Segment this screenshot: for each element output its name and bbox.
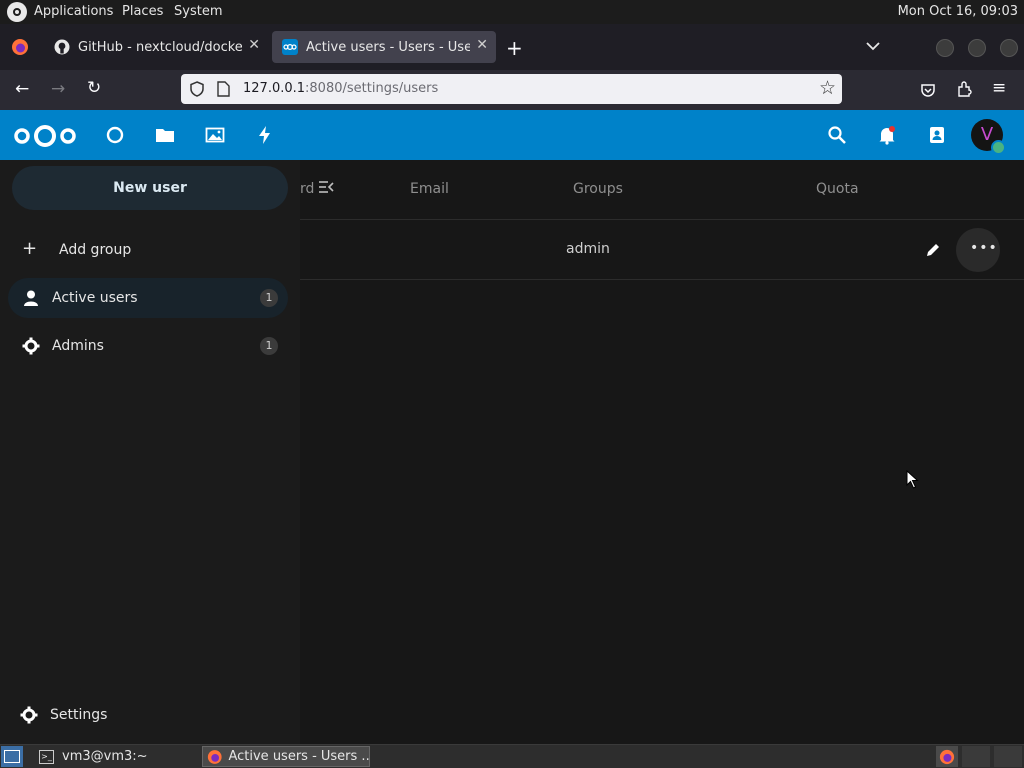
- workspace-2[interactable]: [962, 746, 990, 767]
- gear-icon: [22, 337, 40, 355]
- sidebar-item-active-users[interactable]: Active users 1: [8, 278, 288, 318]
- window-maximize-button[interactable]: [968, 39, 986, 57]
- toggle-columns-icon[interactable]: [318, 180, 334, 194]
- taskbar-item-firefox[interactable]: Active users - Users ...: [202, 746, 370, 767]
- tab-active-users[interactable]: Active users - Users - Users ✕: [272, 31, 496, 63]
- browser-nav-bar: ← → ↻ 127.0.0.1:8080/settings/users ☆ ≡: [0, 70, 1024, 110]
- hamburger-menu-icon[interactable]: ≡: [992, 78, 1006, 98]
- reload-icon[interactable]: ↻: [87, 78, 101, 98]
- count-badge: 1: [260, 289, 278, 307]
- settings-button[interactable]: Settings: [6, 695, 286, 735]
- workspace-3[interactable]: [994, 746, 1022, 767]
- pocket-icon[interactable]: [920, 82, 936, 98]
- tab-github[interactable]: GitHub - nextcloud/docker: ✕: [44, 31, 268, 63]
- extensions-icon[interactable]: [956, 81, 973, 98]
- sidebar-item-label: Admins: [52, 338, 104, 354]
- applications-menu[interactable]: Applications: [34, 4, 113, 19]
- places-menu[interactable]: Places: [122, 4, 163, 19]
- dashboard-icon[interactable]: [105, 125, 125, 145]
- close-tab-icon[interactable]: ✕: [248, 37, 260, 53]
- system-menu[interactable]: System: [174, 4, 222, 19]
- notifications-bell-icon[interactable]: [877, 125, 897, 145]
- photos-icon[interactable]: [205, 125, 225, 145]
- activity-icon[interactable]: [255, 125, 275, 145]
- nextcloud-logo-icon[interactable]: [13, 123, 77, 149]
- bookmark-star-icon[interactable]: ☆: [819, 77, 836, 99]
- add-group-button[interactable]: + Add group: [8, 230, 288, 270]
- tab-title: Active users - Users - Users: [306, 39, 470, 55]
- distro-logo-icon[interactable]: [7, 2, 27, 22]
- new-user-button[interactable]: New user: [12, 166, 288, 210]
- url-path: :8080/settings/users: [305, 81, 439, 96]
- chevron-down-icon[interactable]: [866, 41, 880, 51]
- column-header-groups[interactable]: Groups: [573, 181, 623, 197]
- tab-title: GitHub - nextcloud/docker:: [78, 39, 242, 55]
- edit-pencil-icon[interactable]: [925, 242, 941, 258]
- browser-tab-strip: GitHub - nextcloud/docker: ✕ Active user…: [0, 24, 1024, 70]
- system-top-bar: Applications Places System Mon Oct 16, 0…: [0, 0, 1024, 24]
- add-group-label: Add group: [59, 242, 132, 258]
- settings-gear-icon: [20, 706, 38, 724]
- firefox-icon: [207, 749, 222, 764]
- more-actions-button[interactable]: •••: [956, 228, 1000, 272]
- column-header-email[interactable]: Email: [410, 181, 449, 197]
- online-status-icon: [991, 140, 1006, 155]
- app-navigation: New user + Add group Active users 1 Admi…: [0, 160, 300, 744]
- avatar-initial: V: [980, 124, 994, 145]
- search-icon[interactable]: [827, 125, 847, 145]
- terminal-icon: >_: [39, 749, 54, 764]
- firefox-workspace-icon: [939, 749, 955, 764]
- nextcloud-icon: [282, 39, 298, 55]
- close-tab-icon[interactable]: ✕: [476, 37, 488, 53]
- firefox-menu-icon[interactable]: [11, 38, 29, 56]
- taskbar-item-terminal[interactable]: >_ vm3@vm3:~: [34, 746, 198, 767]
- taskbar-item-label: vm3@vm3:~: [62, 749, 148, 764]
- plus-icon: +: [22, 238, 38, 259]
- taskbar-item-label: Active users - Users ...: [228, 749, 369, 764]
- sidebar-item-label: Active users: [52, 290, 138, 306]
- mouse-pointer-icon: [906, 470, 919, 489]
- settings-label: Settings: [50, 707, 108, 723]
- desktop-icon: [4, 750, 20, 763]
- row-divider: [300, 279, 1024, 280]
- url-text[interactable]: 127.0.0.1:8080/settings/users: [243, 81, 438, 96]
- contacts-icon[interactable]: [927, 125, 947, 145]
- window-close-button[interactable]: [1000, 39, 1018, 57]
- user-list: rd Email Groups Quota admin •••: [300, 160, 1024, 744]
- table-row[interactable]: admin •••: [300, 220, 1024, 280]
- count-badge: 1: [260, 337, 278, 355]
- clock[interactable]: Mon Oct 16, 09:03: [898, 4, 1018, 19]
- url-bar[interactable]: 127.0.0.1:8080/settings/users ☆: [181, 74, 842, 104]
- url-host: 127.0.0.1: [243, 81, 306, 96]
- new-tab-icon[interactable]: +: [506, 36, 523, 60]
- show-desktop-button[interactable]: [1, 746, 23, 767]
- nextcloud-header: V: [0, 110, 1024, 160]
- user-groups-cell: admin: [566, 241, 610, 257]
- files-icon[interactable]: [155, 125, 175, 145]
- more-dots-icon: •••: [970, 240, 998, 256]
- user-icon: [24, 290, 38, 306]
- shield-icon[interactable]: [190, 81, 204, 97]
- taskbar: >_ vm3@vm3:~ Active users - Users ...: [0, 744, 1024, 768]
- back-arrow-icon[interactable]: ←: [15, 79, 29, 99]
- column-header-password-partial: rd: [300, 181, 315, 197]
- column-header-quota[interactable]: Quota: [816, 181, 859, 197]
- github-icon: [54, 39, 70, 55]
- page-info-icon[interactable]: [217, 81, 230, 97]
- forward-arrow-icon[interactable]: →: [51, 79, 65, 99]
- window-minimize-button[interactable]: [936, 39, 954, 57]
- workspace-switcher[interactable]: [936, 746, 958, 767]
- sidebar-item-admins[interactable]: Admins 1: [8, 326, 288, 366]
